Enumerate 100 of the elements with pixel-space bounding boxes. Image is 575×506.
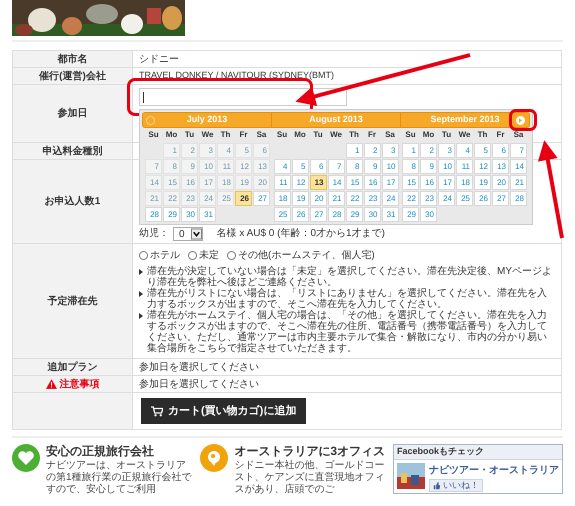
day-cell[interactable]: 5	[292, 159, 308, 174]
day-cell[interactable]: 17	[382, 175, 398, 190]
day-cell[interactable]: 9	[364, 159, 380, 174]
like-button[interactable]: いいね！	[429, 479, 483, 492]
day-cell[interactable]: 23	[364, 191, 380, 206]
cart-icon	[151, 406, 163, 416]
day-cell[interactable]: 21	[510, 175, 527, 190]
day-cell[interactable]: 9	[420, 159, 437, 174]
day-cell[interactable]: 4	[456, 143, 473, 158]
day-cell[interactable]: 29	[346, 207, 362, 222]
weekday-label: Tu	[440, 129, 452, 141]
day-cell[interactable]: 23	[420, 191, 437, 206]
day-cell[interactable]: 19	[292, 191, 308, 206]
day-cell[interactable]: 14	[328, 175, 344, 190]
weekday-label: Sa	[256, 129, 268, 141]
radio-option[interactable]: ホテル	[139, 248, 180, 263]
count-select[interactable]: 0	[173, 227, 203, 241]
day-cell[interactable]: 13	[492, 159, 509, 174]
day-cell[interactable]: 30	[364, 207, 380, 222]
day-cell[interactable]: 30	[181, 207, 198, 222]
weekday-label: Su	[404, 129, 417, 141]
day-cell[interactable]: 15	[402, 175, 419, 190]
day-cell[interactable]: 14	[510, 159, 527, 174]
day-cell[interactable]: 24	[438, 191, 455, 206]
day-cell[interactable]: 11	[456, 159, 473, 174]
day-cell[interactable]: 15	[346, 175, 362, 190]
day-cell[interactable]: 31	[382, 207, 398, 222]
day-cell[interactable]: 3	[382, 143, 398, 158]
thumbs-up-icon	[433, 482, 441, 490]
day-cell[interactable]: 26	[235, 191, 252, 206]
weekday-label: We	[329, 129, 343, 141]
day-cell[interactable]: 26	[292, 207, 308, 222]
day-cell[interactable]: 4	[274, 159, 290, 174]
radio-option[interactable]: 未定	[188, 248, 219, 263]
day-cell[interactable]: 1	[402, 143, 419, 158]
day-cell[interactable]: 16	[420, 175, 437, 190]
day-cell: 16	[181, 175, 198, 190]
day-cell[interactable]: 25	[274, 207, 290, 222]
month-title: September 2013	[430, 113, 500, 126]
day-cell[interactable]: 1	[346, 143, 362, 158]
day-cell[interactable]: 10	[438, 159, 455, 174]
day-cell[interactable]: 28	[510, 191, 527, 206]
day-cell[interactable]: 31	[199, 207, 216, 222]
day-cell[interactable]: 6	[492, 143, 509, 158]
weekday-label: Su	[276, 129, 288, 141]
day-cell[interactable]: 27	[310, 207, 326, 222]
day-cell[interactable]: 12	[292, 175, 308, 190]
weekday-label: We	[458, 129, 472, 141]
day-cell[interactable]: 29	[402, 207, 419, 222]
bullet-icon	[139, 291, 143, 297]
day-cell: 8	[163, 159, 180, 174]
day-cell[interactable]: 24	[382, 191, 398, 206]
day-cell[interactable]: 25	[456, 191, 473, 206]
day-cell[interactable]: 2	[364, 143, 380, 158]
day-cell[interactable]: 11	[274, 175, 290, 190]
day-cell[interactable]: 29	[163, 207, 180, 222]
day-cell[interactable]: 27	[253, 191, 270, 206]
feature-title: 安心の正規旅行会社	[46, 444, 155, 458]
day-cell[interactable]: 27	[492, 191, 509, 206]
next-month-button[interactable]	[516, 116, 525, 125]
day-cell[interactable]: 20	[310, 191, 326, 206]
day-cell[interactable]: 7	[328, 159, 344, 174]
day-cell[interactable]: 5	[474, 143, 491, 158]
add-to-cart-button[interactable]: カート(買い物カゴ)に追加	[141, 398, 306, 424]
day-cell[interactable]: 18	[456, 175, 473, 190]
previous-month-button[interactable]	[146, 116, 155, 125]
day-cell: 9	[181, 159, 198, 174]
day-cell[interactable]: 13	[310, 175, 326, 190]
day-cell[interactable]: 8	[346, 159, 362, 174]
day-cell[interactable]: 20	[492, 175, 509, 190]
day-cell[interactable]: 30	[420, 207, 437, 222]
day-cell: 20	[253, 175, 270, 190]
page-link[interactable]: ナビツアー・オーストラリア	[429, 463, 559, 478]
weekday-label: Sa	[384, 129, 396, 141]
day-cell[interactable]: 3	[438, 143, 455, 158]
day-cell[interactable]: 28	[145, 207, 162, 222]
row-label: 都市名	[58, 52, 88, 66]
day-cell[interactable]: 6	[310, 159, 326, 174]
day-cell[interactable]: 18	[274, 191, 290, 206]
day-cell[interactable]: 8	[402, 159, 419, 174]
weekday-label: Fr	[367, 129, 377, 141]
day-cell[interactable]: 7	[510, 143, 527, 158]
day-cell[interactable]: 22	[402, 191, 419, 206]
day-cell[interactable]: 2	[420, 143, 437, 158]
day-cell[interactable]: 16	[364, 175, 380, 190]
day-cell[interactable]: 17	[438, 175, 455, 190]
day-cell[interactable]: 10	[382, 159, 398, 174]
day-cell[interactable]: 22	[346, 191, 362, 206]
radio-option[interactable]: その他(ホームステイ、個人宅)	[227, 248, 375, 263]
day-cell[interactable]: 21	[328, 191, 344, 206]
date-input-field[interactable]	[139, 88, 347, 106]
day-cell: 2	[181, 143, 198, 158]
row-label: 注意事項	[60, 377, 100, 392]
day-cell[interactable]: 19	[474, 175, 491, 190]
field-label: 幼児：	[139, 226, 169, 241]
day-cell[interactable]: 12	[474, 159, 491, 174]
day-cell[interactable]: 26	[474, 191, 491, 206]
feature-text: ナビツアーは、オーストラリアの第1種旅行業の正規旅行会社ですので、安心してご利用	[46, 460, 192, 496]
text-cursor	[143, 92, 144, 102]
day-cell[interactable]: 28	[328, 207, 344, 222]
